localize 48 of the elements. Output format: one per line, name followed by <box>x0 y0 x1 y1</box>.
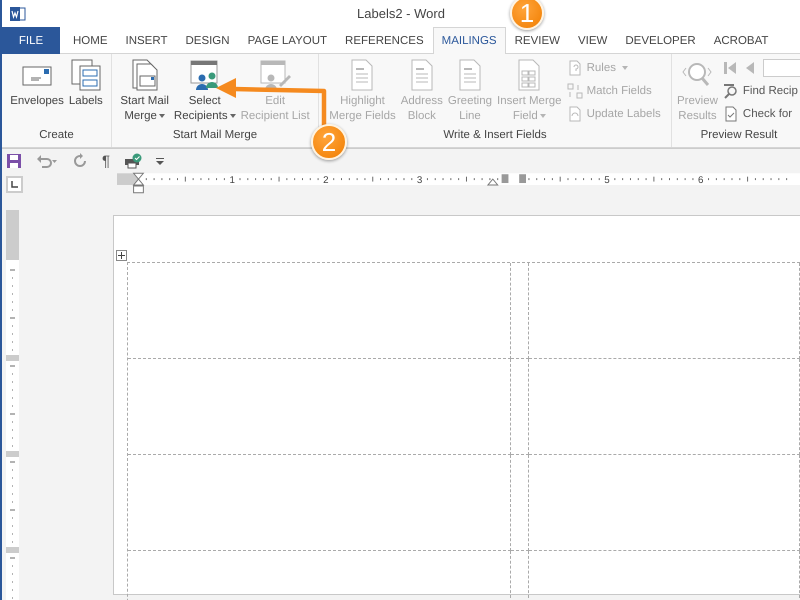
tab-stop-icon <box>10 180 18 188</box>
ribbon-button[interactable]: Labels <box>66 57 105 111</box>
indent-marker[interactable] <box>132 172 144 194</box>
ribbon-button[interactable]: Start Mail Merge <box>118 57 171 126</box>
ribbon-button[interactable]: Envelopes <box>8 57 66 111</box>
customize-caret-icon[interactable] <box>156 157 164 165</box>
ribbon-tab[interactable]: PAGE LAYOUT <box>238 27 336 54</box>
ruler-number: 6 <box>698 175 704 186</box>
table-move-handle-icon[interactable] <box>116 250 127 261</box>
ribbon-tab[interactable]: MAILINGS <box>432 27 506 54</box>
ribbon-tab[interactable]: REVIEW <box>506 27 569 54</box>
label-sheet-icon <box>70 59 102 91</box>
step-badge: 2 <box>311 124 347 160</box>
ruler-number: 3 <box>416 175 422 186</box>
ribbon-button[interactable]: Find Recip <box>720 82 800 100</box>
ruler-number: 2 <box>322 175 328 186</box>
app-logo <box>10 6 26 22</box>
redo-icon[interactable] <box>72 153 88 169</box>
document-check-icon <box>722 106 739 122</box>
group-label: Start Mail Merge <box>172 129 258 141</box>
right-indent-marker[interactable] <box>486 178 498 186</box>
document-refresh-icon <box>566 106 583 122</box>
recipients-icon <box>188 59 221 91</box>
tab-selector-button[interactable] <box>6 176 23 192</box>
printer-check-icon[interactable] <box>124 153 142 169</box>
ruler-number: 5 <box>604 175 610 186</box>
undo-icon[interactable] <box>36 153 58 169</box>
file-tab[interactable]: FILE <box>2 27 60 54</box>
ribbon-tab[interactable]: ACROBAT <box>704 27 778 54</box>
document-question-icon <box>566 60 583 76</box>
ribbon-tab[interactable]: REFERENCES <box>336 27 433 54</box>
ribbon-tab[interactable]: HOME <box>64 27 116 54</box>
ribbon-tab[interactable]: INSERT <box>116 27 176 54</box>
save-icon[interactable] <box>6 153 22 169</box>
ribbon-button[interactable]: Check for <box>720 105 800 123</box>
magnifier-icon <box>722 83 739 99</box>
first-record-icon <box>722 61 737 75</box>
group-label: Write & Insert Fields <box>443 129 547 141</box>
ruler-number: 1 <box>229 175 235 186</box>
group-label: Create <box>39 129 74 141</box>
ribbon-tab[interactable]: VIEW <box>568 27 616 54</box>
ribbon-tab[interactable]: DEVELOPER <box>616 27 705 54</box>
match-fields-icon <box>566 83 583 99</box>
window-title: Labels2 - Word <box>357 6 445 21</box>
group-label: Preview Result <box>700 129 778 141</box>
ribbon-tab[interactable]: DESIGN <box>176 27 239 54</box>
show-formatting-button[interactable]: ¶ <box>102 152 110 170</box>
previous-record-icon <box>744 61 755 75</box>
